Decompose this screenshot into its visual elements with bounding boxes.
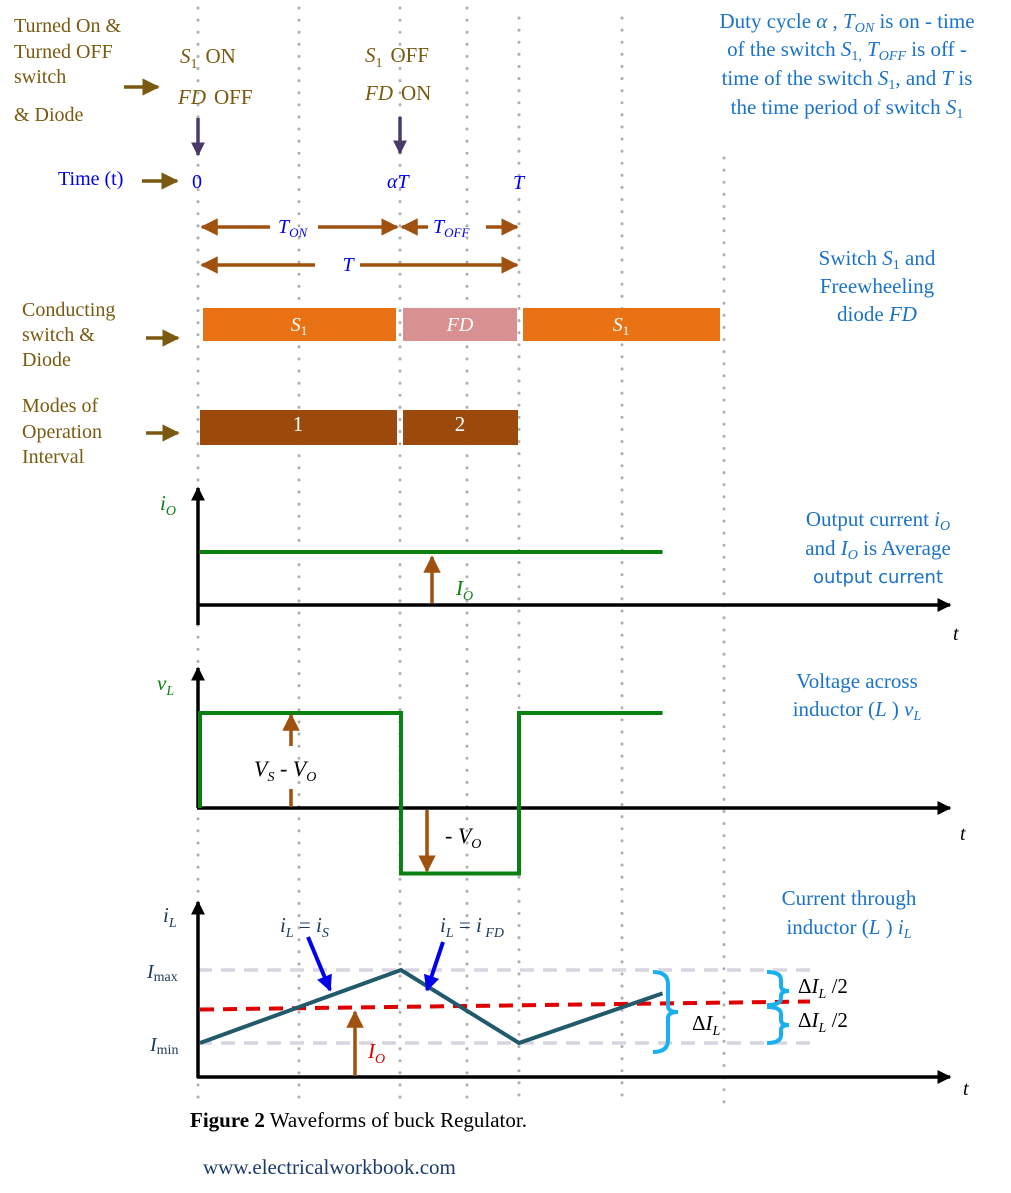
imax-tick-label: Imax bbox=[146, 961, 178, 985]
ifd-pointer-arrow bbox=[423, 941, 445, 992]
delta-il-label: ΔIL bbox=[692, 1011, 721, 1039]
time-tick-T: T bbox=[513, 172, 526, 194]
svg-text:Output current iO: Output current iO bbox=[806, 507, 950, 534]
modes-bar: 1 2 bbox=[200, 410, 518, 445]
y-axis-label: iL bbox=[163, 903, 177, 931]
figure-caption: Figure 2 Waveforms of buck Regulator. bbox=[190, 1108, 527, 1133]
buck-regulator-waveforms: Turned On & Turned OFF switch & Diode S1… bbox=[14, 6, 975, 1107]
svg-text:and IO is Average: and IO is Average bbox=[805, 536, 951, 563]
website-url: www.electricalworkbook.com bbox=[203, 1155, 456, 1179]
inductor-current-note: Current through inductor (L ) iL bbox=[782, 886, 917, 942]
neg-vo-label: - VO bbox=[445, 823, 481, 852]
modes-label: Modes of Operation Interval bbox=[22, 395, 102, 468]
svg-text:Diode: Diode bbox=[22, 349, 71, 371]
conducting-bar: S1 FD S1 bbox=[203, 308, 720, 341]
svg-text:Duty cycle α , TON is on - tim: Duty cycle α , TON is on - time bbox=[719, 9, 974, 36]
svg-text:inductor (L ) vL: inductor (L ) vL bbox=[793, 697, 922, 724]
imin-tick-label: Imin bbox=[149, 1034, 178, 1058]
x-axis-label: t bbox=[960, 823, 966, 845]
svg-text:Modes of: Modes of bbox=[22, 395, 98, 417]
svg-text:diode FD: diode FD bbox=[837, 302, 917, 326]
svg-text:Voltage across: Voltage across bbox=[796, 669, 918, 693]
svg-text:Current through: Current through bbox=[782, 886, 917, 910]
conducting-label: Conducting switch & Diode bbox=[22, 299, 115, 371]
ton-label: TON bbox=[278, 216, 309, 240]
vs-vo-label: VS - VO bbox=[254, 756, 316, 785]
delta-il-brace bbox=[652, 970, 679, 1054]
svg-text:switch &: switch & bbox=[22, 324, 95, 346]
switch-state-label: Turned On & Turned OFF switch & Diode bbox=[14, 15, 121, 126]
svg-text:S1ON: S1 ON bbox=[180, 44, 236, 72]
io-average-label: IO bbox=[455, 576, 473, 604]
y-axis-label: iO bbox=[160, 491, 176, 519]
svg-text:S1OFF: S1 OFF bbox=[365, 43, 429, 71]
time-tick-alphaT: αT bbox=[387, 171, 410, 193]
time-tick-0: 0 bbox=[192, 171, 202, 193]
vertical-gridlines bbox=[196, 6, 726, 1107]
event-label-0: S1 ON FD OFF bbox=[177, 44, 253, 109]
label-line: & Diode bbox=[14, 104, 84, 126]
vl-waveform bbox=[198, 711, 663, 876]
svg-text:Freewheeling: Freewheeling bbox=[820, 274, 935, 298]
svg-text:FDON: FD ON bbox=[364, 81, 431, 105]
svg-text:inductor (L ) iL: inductor (L ) iL bbox=[786, 915, 911, 942]
svg-text:1: 1 bbox=[293, 412, 304, 436]
svg-text:Switch S1 and: Switch S1 and bbox=[819, 246, 936, 273]
svg-text:Interval: Interval bbox=[22, 446, 85, 468]
svg-text:output current: output current bbox=[813, 567, 943, 588]
event-label-alphaT: S1 OFF FD ON bbox=[364, 43, 431, 105]
time-label: Time (t) bbox=[58, 168, 123, 190]
caption-bold: Figure 2 bbox=[190, 1108, 265, 1132]
svg-text:Conducting: Conducting bbox=[22, 299, 115, 321]
svg-text:FDOFF: FD OFF bbox=[177, 85, 253, 109]
y-axis-label: vL bbox=[157, 671, 174, 699]
label-line: Turned OFF bbox=[14, 41, 113, 63]
toff-label: TOFF bbox=[433, 216, 470, 240]
is-pointer-arrow bbox=[306, 936, 332, 992]
svg-text:time of the switch S1, and T i: time of the switch S1, and T is bbox=[722, 66, 973, 93]
half-lower-brace bbox=[766, 1005, 790, 1045]
svg-text:2: 2 bbox=[455, 412, 466, 436]
x-axis-label: t bbox=[953, 623, 959, 645]
half-delta-il-lower-label: ΔIL /2 bbox=[798, 1008, 848, 1036]
period-label: T bbox=[342, 254, 355, 276]
output-current-note: Output current iO and IO is Average outp… bbox=[805, 507, 951, 588]
duty-cycle-description: Duty cycle α , TON is on - time of the s… bbox=[719, 9, 974, 122]
svg-text:FD: FD bbox=[446, 314, 474, 336]
label-line: Turned On & bbox=[14, 15, 121, 37]
half-delta-il-upper-label: ΔIL /2 bbox=[798, 974, 848, 1002]
il-ifd-label: iL = i FD bbox=[440, 913, 504, 941]
svg-text:the time period of switch S1: the time period of switch S1 bbox=[731, 95, 964, 122]
x-axis-label: t bbox=[963, 1078, 969, 1100]
conducting-note: Switch S1 and Freewheeling diode FD bbox=[819, 246, 936, 326]
label-line: switch bbox=[14, 66, 66, 88]
inductor-voltage-note: Voltage across inductor (L ) vL bbox=[793, 669, 922, 724]
caption-text: Waveforms of buck Regulator. bbox=[264, 1108, 527, 1132]
interval-dimensions: TON TOFF T bbox=[200, 216, 519, 276]
svg-text:of the switch S1, TOFF is off: of the switch S1, TOFF is off - bbox=[727, 37, 967, 64]
il-is-label: iL = iS bbox=[280, 913, 329, 941]
svg-text:Operation: Operation bbox=[22, 421, 102, 443]
